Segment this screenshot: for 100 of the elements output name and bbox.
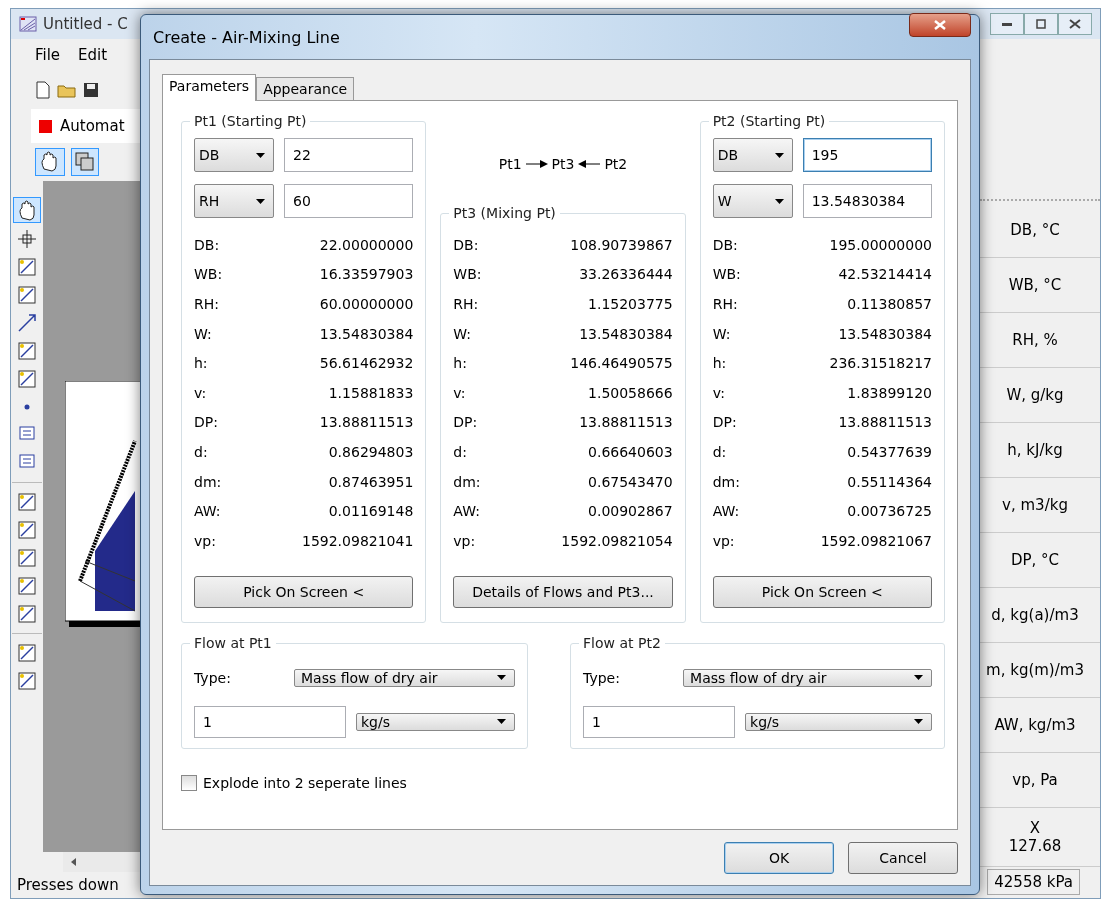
property-label: RH: — [194, 296, 219, 312]
property-label: v: — [453, 384, 466, 401]
property-value: 1592.09821041 — [302, 532, 414, 549]
property-label: DP: — [712, 414, 737, 431]
dialog-title: Create - Air-Mixing Line — [153, 27, 340, 47]
ok-button[interactable]: OK — [724, 842, 834, 874]
property-label: AW: — [194, 503, 221, 520]
property-value: 13.54830384 — [579, 325, 673, 342]
property-label: DP: — [194, 414, 218, 431]
dropdown-arrow-icon — [774, 152, 784, 158]
property-label: W: — [194, 325, 212, 342]
property-value: 0.66640603 — [588, 443, 673, 460]
tab[interactable]: Appearance — [256, 77, 355, 100]
property-value: 0.67543470 — [588, 473, 673, 490]
property-value: 0.01169148 — [328, 503, 414, 520]
property-label: WB: — [712, 266, 741, 283]
group-title: Flow at Pt2 — [579, 634, 665, 651]
save-icon[interactable] — [83, 82, 99, 98]
type-label: Type: — [194, 669, 232, 686]
details-button[interactable]: Details of Flows and Pt3... — [453, 575, 673, 608]
close-button[interactable] — [909, 13, 971, 37]
property-label: d: — [712, 443, 727, 460]
property-value: 1.15881833 — [328, 384, 414, 401]
type-label: Type: — [583, 669, 621, 686]
property-value: 195.00000000 — [829, 236, 932, 253]
right-arrow-icon — [525, 160, 548, 168]
property-dropdown[interactable]: RH — [194, 184, 274, 218]
maximize-icon — [1036, 19, 1046, 29]
flow-type-dropdown[interactable]: Mass flow of dry air — [683, 668, 932, 687]
dropdown-arrow-icon — [914, 719, 923, 725]
scroll-left-arrow-icon[interactable] — [71, 858, 76, 866]
property-label: DP: — [453, 414, 478, 431]
point-label: Pt1 — [498, 156, 522, 172]
property-value: 1.15203775 — [588, 296, 673, 312]
value-input[interactable]: 195 — [802, 138, 932, 172]
property-value: 0.00736725 — [847, 503, 932, 520]
property-dropdown[interactable]: W — [712, 184, 793, 218]
property-label: W: — [453, 325, 472, 342]
flow-value-input[interactable]: 1 — [194, 705, 346, 738]
menu-item[interactable]: File — [35, 46, 61, 64]
left-arrow-icon — [578, 160, 601, 168]
property-value: 1.50058666 — [588, 384, 673, 401]
unit-dropdown[interactable]: kg/s — [745, 712, 932, 731]
unit-dropdown[interactable]: kg/s — [356, 712, 516, 731]
property-value: 13.88811513 — [319, 414, 414, 431]
hand-icon[interactable] — [35, 148, 65, 176]
status-text: Presses down — [16, 875, 120, 896]
maximize-button[interactable] — [1024, 13, 1058, 35]
property-value: 0.87463951 — [328, 473, 414, 490]
property-label: DB: — [453, 236, 479, 253]
app-title: Untitled - C — [43, 15, 128, 33]
flow-type-dropdown[interactable]: Mass flow of dry air — [294, 668, 516, 687]
pick-on-screen-button[interactable]: Pick On Screen < — [194, 575, 414, 608]
property-value: 13.54830384 — [838, 325, 932, 342]
property-label: WB: — [194, 266, 223, 283]
property-value: 1592.09821067 — [820, 532, 932, 549]
property-label: vp: — [453, 532, 476, 549]
property-label: v: — [712, 384, 725, 401]
minimize-button[interactable] — [990, 13, 1024, 35]
dropdown-arrow-icon — [497, 719, 507, 725]
property-label: h: — [453, 355, 467, 372]
close-button[interactable] — [1058, 13, 1092, 35]
close-icon — [1069, 19, 1081, 29]
property-value: 42.53214414 — [838, 266, 932, 283]
property-dropdown[interactable]: DB — [194, 138, 274, 172]
property-value: 108.90739867 — [570, 236, 673, 253]
menu-item[interactable]: Edit — [78, 46, 108, 64]
overlap-icon[interactable] — [71, 148, 99, 176]
property-value: 146.46490575 — [570, 355, 673, 372]
pick-on-screen-button[interactable]: Pick On Screen < — [712, 575, 932, 608]
tab[interactable]: Parameters — [162, 74, 257, 101]
close-icon — [933, 19, 947, 31]
property-value: 22.00000000 — [319, 236, 414, 253]
group-title: Pt3 (Mixing Pt) — [449, 205, 560, 221]
property-label: W: — [712, 325, 731, 342]
value-input[interactable]: 60 — [284, 184, 414, 218]
property-label: h: — [194, 355, 208, 372]
new-file-icon[interactable] — [35, 81, 51, 99]
cursor-value: 127.68 — [1008, 837, 1062, 855]
line-style-combo[interactable]: Automat — [31, 109, 141, 143]
property-value: 56.61462932 — [319, 355, 414, 372]
property-label: AW: — [453, 503, 480, 520]
cancel-button[interactable]: Cancel — [848, 842, 958, 874]
chart-app-icon — [19, 16, 37, 32]
property-value: 13.54830384 — [319, 325, 414, 342]
checkbox[interactable] — [181, 774, 197, 791]
property-label: dm: — [712, 473, 740, 490]
property-value: 60.00000000 — [319, 296, 414, 312]
hand-icon[interactable] — [13, 197, 41, 223]
property-dropdown[interactable]: DB — [712, 138, 793, 172]
flow-value-input[interactable]: 1 — [583, 705, 736, 738]
value-input[interactable]: 13.54830384 — [802, 184, 932, 218]
point-label: Pt3 — [551, 156, 575, 172]
group-title: Pt1 (Starting Pt) — [190, 113, 311, 129]
value-input[interactable]: 22 — [284, 138, 414, 172]
checkbox-label: Explode into 2 seperate lines — [203, 774, 407, 791]
property-label: h: — [712, 355, 727, 372]
property-value: 33.26336444 — [579, 266, 673, 283]
dropdown-arrow-icon — [497, 675, 507, 681]
property-label: v: — [194, 384, 207, 401]
